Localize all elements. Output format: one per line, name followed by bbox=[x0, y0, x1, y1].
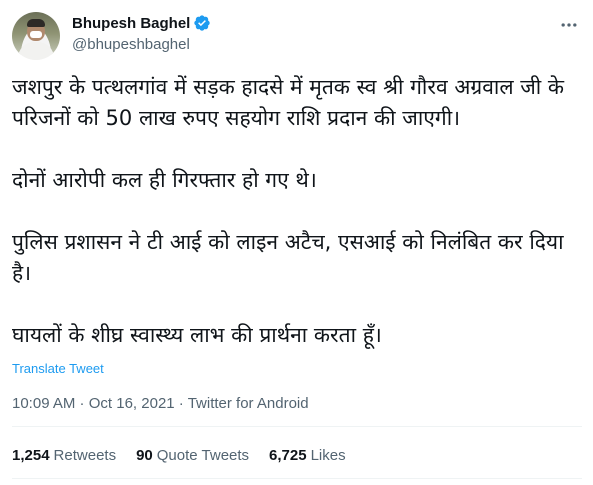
meta-separator: · bbox=[174, 395, 188, 412]
tweet-text: जशपुर के पत्थलगांव में सड़क हादसे में मृ… bbox=[12, 72, 582, 351]
tweet-header: Bhupesh Baghel @bhupeshbaghel bbox=[12, 10, 582, 62]
tweet-paragraph: घायलों के शीघ्र स्वास्थ्य लाभ की प्रार्थ… bbox=[12, 323, 382, 347]
more-options-icon[interactable] bbox=[558, 14, 580, 36]
likes-stat[interactable]: 6,725 Likes bbox=[269, 447, 346, 464]
tweet-time[interactable]: 10:09 AM bbox=[12, 395, 75, 412]
retweets-count: 1,254 bbox=[12, 447, 50, 464]
likes-count: 6,725 bbox=[269, 447, 307, 464]
retweets-stat[interactable]: 1,254 Retweets bbox=[12, 447, 116, 464]
engagement-stats: 1,254 Retweets 90 Quote Tweets 6,725 Lik… bbox=[12, 447, 346, 464]
divider bbox=[12, 426, 582, 427]
tweet-metadata: 10:09 AM · Oct 16, 2021 · Twitter for An… bbox=[12, 395, 309, 412]
divider bbox=[12, 478, 582, 479]
likes-label: Likes bbox=[310, 447, 346, 464]
tweet-paragraph: दोनों आरोपी कल ही गिरफ्तार हो गए थे। bbox=[12, 168, 317, 192]
quote-tweets-count: 90 bbox=[136, 447, 153, 464]
meta-separator: · bbox=[75, 395, 89, 412]
user-handle[interactable]: @bhupeshbaghel bbox=[72, 36, 190, 53]
avatar[interactable] bbox=[12, 12, 60, 60]
tweet-paragraph: पुलिस प्रशासन ने टी आई को लाइन अटैच, एसआ… bbox=[12, 230, 564, 285]
name-row: Bhupesh Baghel bbox=[72, 14, 211, 32]
tweet-date[interactable]: Oct 16, 2021 bbox=[89, 395, 175, 412]
tweet-paragraph: जशपुर के पत्थलगांव में सड़क हादसे में मृ… bbox=[12, 75, 565, 130]
display-name[interactable]: Bhupesh Baghel bbox=[72, 15, 190, 32]
verified-badge-icon bbox=[193, 14, 211, 32]
tweet-source[interactable]: Twitter for Android bbox=[188, 395, 309, 412]
quote-tweets-label: Quote Tweets bbox=[156, 447, 250, 464]
translate-tweet-link[interactable]: Translate Tweet bbox=[12, 361, 104, 376]
retweets-label: Retweets bbox=[53, 447, 117, 464]
quote-tweets-stat[interactable]: 90 Quote Tweets bbox=[136, 447, 249, 464]
